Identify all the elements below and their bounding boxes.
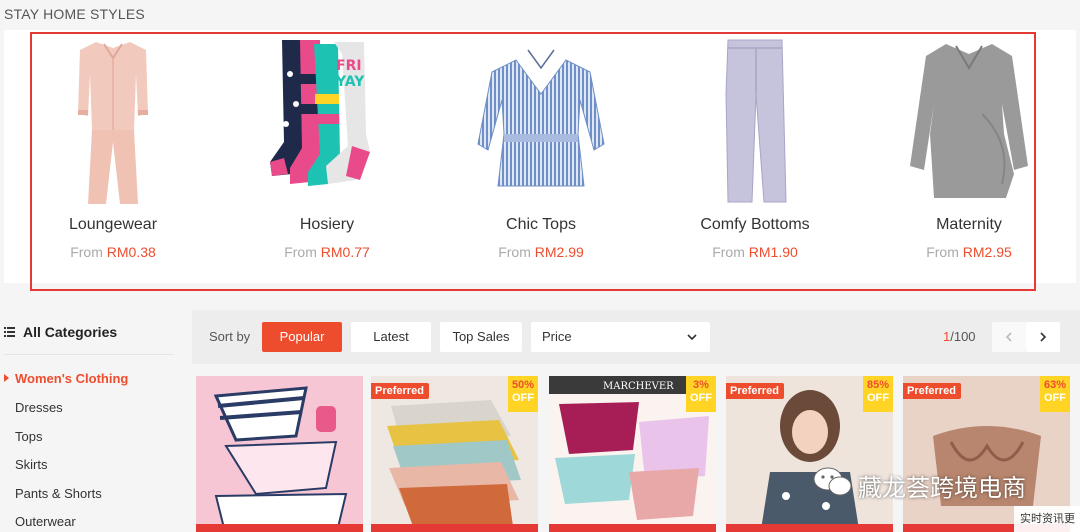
style-name: Maternity — [936, 216, 1002, 233]
active-caret-icon — [4, 374, 9, 382]
product-card[interactable]: MARCHEVER 3% OFF — [549, 376, 716, 532]
style-card-comfy-bottoms[interactable]: Comfy Bottoms From RM1.90 — [648, 30, 862, 283]
product-image-striped-underwear — [196, 376, 363, 532]
watermark-text: 藏龙荟跨境电商 — [858, 474, 1026, 502]
style-card-hosiery[interactable]: FRI YAY Hosiery From RM0.77 — [220, 30, 434, 283]
sort-top-sales-button[interactable]: Top Sales — [440, 322, 522, 352]
stay-home-styles-panel: Loungewear From RM0.38 FRI YAY Hosiery F… — [4, 30, 1076, 283]
style-name: Hosiery — [299, 216, 355, 233]
style-card-chic-tops[interactable]: Chic Tops From RM2.99 — [434, 30, 648, 283]
next-page-button[interactable] — [1026, 322, 1060, 352]
preferred-badge: Preferred — [726, 383, 784, 399]
sort-latest-button[interactable]: Latest — [351, 322, 431, 352]
prev-page-button[interactable] — [992, 322, 1026, 352]
sort-popular-button[interactable]: Popular — [262, 322, 342, 352]
style-name: Comfy Bottoms — [700, 216, 810, 233]
chevron-right-icon — [1040, 332, 1047, 342]
category-tops[interactable]: Tops — [15, 429, 42, 444]
price-sort-select[interactable]: Price — [531, 322, 710, 352]
svg-text:MARCHEVER: MARCHEVER — [603, 381, 674, 392]
category-outerwear[interactable]: Outerwear — [15, 514, 76, 529]
discount-badge: 63% OFF — [1040, 376, 1070, 412]
style-name: Chic Tops — [506, 216, 576, 233]
svg-text:YAY: YAY — [335, 74, 365, 90]
category-womens-clothing[interactable]: Women's Clothing — [15, 371, 128, 386]
striped-top-image — [477, 49, 605, 187]
sort-by-label: Sort by — [209, 329, 251, 344]
category-dresses[interactable]: Dresses — [15, 400, 63, 415]
style-price: From RM1.90 — [712, 244, 798, 260]
all-categories-label: All Categories — [23, 324, 118, 340]
style-price: From RM2.95 — [926, 244, 1012, 260]
socks-image: FRI YAY — [270, 40, 370, 186]
divider — [4, 354, 174, 355]
category-skirts[interactable]: Skirts — [15, 457, 48, 472]
sort-bar: Sort by Popular Latest Top Sales Price 1… — [192, 310, 1080, 364]
style-name: Loungewear — [68, 216, 158, 233]
product-card[interactable]: Preferred 50% OFF — [371, 376, 538, 532]
page-indicator: 1/100 — [943, 329, 976, 344]
all-categories-header[interactable]: All Categories — [4, 324, 117, 340]
section-title: STAY HOME STYLES — [4, 6, 145, 22]
wechat-icon — [813, 467, 852, 496]
style-card-loungewear[interactable]: Loungewear From RM0.38 — [6, 30, 220, 283]
grey-maternity-top-image — [910, 44, 1028, 198]
svg-text:FRI: FRI — [336, 58, 362, 74]
preferred-badge: Preferred — [371, 383, 429, 399]
discount-badge: 85% OFF — [863, 376, 893, 412]
lavender-trousers-image — [725, 39, 787, 203]
category-pants-shorts[interactable]: Pants & Shorts — [15, 486, 102, 501]
chevron-down-icon — [687, 334, 697, 341]
wechat-watermark: 藏龙荟跨境电商 实时资讯更 — [812, 464, 1080, 532]
pink-pajamas-image — [78, 42, 148, 204]
watermark-subtext: 实时资讯更 — [1014, 506, 1080, 532]
chevron-left-icon — [1005, 332, 1012, 342]
discount-badge: 50% OFF — [508, 376, 538, 412]
discount-badge: 3% OFF — [686, 376, 716, 412]
style-price: From RM0.77 — [284, 244, 370, 260]
style-card-maternity[interactable]: Maternity From RM2.95 — [862, 30, 1076, 283]
style-price: From RM2.99 — [498, 244, 584, 260]
list-icon — [4, 327, 15, 337]
price-select-label: Price — [542, 329, 572, 344]
preferred-badge: Preferred — [903, 383, 961, 399]
product-card[interactable] — [196, 376, 363, 532]
category-sidebar: All Categories Women's Clothing Dresses … — [0, 300, 180, 532]
style-price: From RM0.38 — [70, 244, 156, 260]
